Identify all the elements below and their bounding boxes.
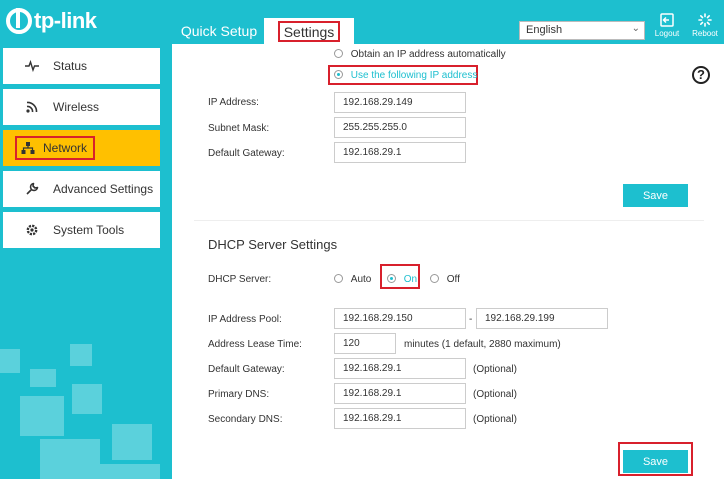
radio-button[interactable] — [334, 49, 343, 58]
primary-dns-label: Primary DNS: — [208, 389, 270, 400]
radio-label: Off — [446, 274, 460, 285]
sidebar-item-label: Network — [43, 141, 88, 155]
decorative-tile — [30, 369, 56, 387]
sidebar-item-label: Status — [53, 59, 88, 73]
secondary-dns-value: 192.168.29.1 — [343, 413, 402, 424]
primary-dns-input[interactable]: 192.168.29.1 — [334, 383, 466, 404]
dhcp-gateway-input[interactable]: 192.168.29.1 — [334, 358, 466, 379]
subnet-mask-value: 255.255.255.0 — [343, 122, 407, 133]
decorative-tile — [20, 396, 64, 436]
tab-settings[interactable]: Settings — [264, 18, 354, 44]
help-icon[interactable]: ? — [692, 66, 710, 84]
tab-quick-setup[interactable]: Quick Setup — [176, 18, 262, 44]
radio-button[interactable] — [334, 70, 343, 79]
sidebar-item-status[interactable]: Status — [3, 48, 160, 84]
language-value: English — [526, 24, 563, 36]
reboot-button[interactable]: Reboot — [688, 13, 722, 38]
chevron-down-icon: ⌄ — [631, 23, 640, 34]
radio-label: On — [403, 274, 418, 285]
dhcp-radio-on[interactable]: On — [387, 274, 417, 285]
radio-button[interactable] — [334, 274, 343, 283]
decorative-tile — [40, 439, 100, 479]
default-gateway-value: 192.168.29.1 — [343, 147, 402, 158]
logout-icon — [660, 13, 674, 27]
sidebar-item-wireless[interactable]: Wireless — [3, 89, 160, 125]
ip-pool-start-input[interactable]: 192.168.29.150 — [334, 308, 466, 329]
dhcp-server-label: DHCP Server: — [208, 274, 272, 285]
ip-address-label: IP Address: — [208, 97, 259, 108]
sidebar-item-system-tools[interactable]: System Tools — [3, 212, 160, 248]
dhcp-gateway-label: Default Gateway: — [208, 364, 285, 375]
pulse-icon — [25, 59, 39, 73]
brand-name: tp-link — [34, 8, 97, 33]
ip-pool-end-value: 192.168.29.199 — [485, 313, 555, 324]
lease-time-input[interactable]: 120 — [334, 333, 396, 354]
sidebar-item-advanced-settings[interactable]: Advanced Settings — [3, 171, 160, 207]
lease-time-label: Address Lease Time: — [208, 339, 302, 350]
subnet-mask-input[interactable]: 255.255.255.0 — [334, 117, 466, 138]
ip-pool-separator: - — [469, 314, 473, 325]
default-gateway-label: Default Gateway: — [208, 148, 285, 159]
dhcp-radio-off[interactable]: Off — [430, 274, 460, 285]
radio-label: Obtain an IP address automatically — [350, 49, 506, 60]
radio-use-following-ip[interactable]: Use the following IP address — [334, 70, 477, 81]
decorative-tile — [72, 384, 102, 414]
dhcp-save-button[interactable]: Save — [623, 450, 688, 473]
optional-label: (Optional) — [473, 414, 517, 425]
network-highlight: Network — [15, 136, 96, 160]
reboot-icon — [698, 13, 712, 27]
lease-time-hint: minutes (1 default, 2880 maximum) — [404, 339, 561, 350]
dhcp-radio-auto[interactable]: Auto — [334, 274, 371, 285]
tab-quick-setup-label: Quick Setup — [180, 23, 258, 39]
decorative-tile — [70, 344, 92, 366]
ip-pool-start-value: 192.168.29.150 — [343, 313, 413, 324]
wrench-icon — [25, 182, 39, 196]
radio-button[interactable] — [430, 274, 439, 283]
sidebar-item-network[interactable]: Network — [3, 130, 160, 166]
secondary-dns-input[interactable]: 192.168.29.1 — [334, 408, 466, 429]
radio-label: Use the following IP address — [350, 70, 478, 81]
secondary-dns-label: Secondary DNS: — [208, 414, 283, 425]
dhcp-section-title: DHCP Server Settings — [208, 237, 338, 252]
default-gateway-input[interactable]: 192.168.29.1 — [334, 142, 466, 163]
reboot-label: Reboot — [692, 29, 718, 38]
sidebar-item-label: System Tools — [53, 223, 125, 237]
decorative-tile — [112, 424, 152, 460]
radio-label: Auto — [350, 274, 372, 285]
tp-link-logo-icon — [6, 8, 32, 34]
wifi-icon — [25, 100, 39, 114]
logout-button[interactable]: Logout — [650, 13, 684, 38]
sidebar: Status Wireless Network Advanced Setting… — [0, 44, 172, 479]
save-button[interactable]: Save — [623, 184, 688, 207]
ip-pool-label: IP Address Pool: — [208, 314, 282, 325]
optional-label: (Optional) — [473, 364, 517, 375]
ip-pool-end-input[interactable]: 192.168.29.199 — [476, 308, 608, 329]
logout-label: Logout — [654, 29, 680, 38]
network-settings-panel: Obtain an IP address automatically Use t… — [172, 44, 724, 479]
tab-settings-label: Settings — [277, 20, 341, 42]
section-divider — [194, 220, 704, 221]
decorative-tile — [100, 464, 160, 479]
language-select[interactable]: English ⌄ — [519, 21, 645, 40]
radio-button[interactable] — [387, 274, 396, 283]
save-label: Save — [642, 455, 669, 468]
radio-obtain-automatically[interactable]: Obtain an IP address automatically — [334, 49, 506, 60]
subnet-mask-label: Subnet Mask: — [208, 123, 270, 134]
ip-address-input[interactable]: 192.168.29.149 — [334, 92, 466, 113]
lease-time-value: 120 — [343, 338, 360, 349]
sidebar-item-label: Advanced Settings — [53, 182, 154, 196]
ip-address-value: 192.168.29.149 — [343, 97, 413, 108]
gear-icon — [25, 223, 39, 237]
header-bar: tp-link Quick Setup Settings English ⌄ L… — [0, 0, 724, 44]
save-label: Save — [642, 189, 669, 202]
dhcp-gateway-value: 192.168.29.1 — [343, 363, 402, 374]
network-icon — [21, 141, 35, 155]
tp-link-logo: tp-link — [6, 4, 97, 38]
primary-dns-value: 192.168.29.1 — [343, 388, 402, 399]
decorative-tile — [0, 349, 20, 373]
optional-label: (Optional) — [473, 389, 517, 400]
sidebar-item-label: Wireless — [53, 100, 100, 114]
